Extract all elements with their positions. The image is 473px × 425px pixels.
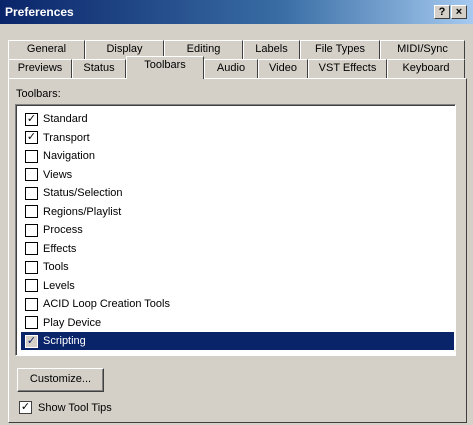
toolbar-item-label: Navigation	[43, 150, 95, 162]
close-button[interactable]: ×	[451, 5, 467, 19]
toolbar-item-label: Effects	[43, 242, 77, 255]
toolbar-checkbox[interactable]	[25, 223, 38, 237]
toolbar-item-label: Views	[43, 168, 73, 181]
show-tooltips-option[interactable]: ✓ Show Tool Tips	[19, 401, 112, 414]
help-button[interactable]: ?	[434, 5, 450, 19]
toolbar-item-label: Levels	[43, 279, 75, 292]
show-tooltips-checkbox[interactable]: ✓	[19, 401, 32, 414]
toolbar-item[interactable]: Navigation	[21, 147, 454, 165]
toolbars-heading: Toolbars:	[16, 88, 61, 100]
toolbar-checkbox[interactable]: ✓	[25, 334, 38, 348]
tab-file-types[interactable]: File Types	[300, 40, 380, 59]
toolbars-list-inner: ✓ Standard ✓ Transport Navigation Views Status…	[16, 105, 455, 355]
toolbar-item[interactable]: Play Device	[21, 314, 454, 332]
toolbar-item-label: ACID Loop Creation Tools	[43, 298, 170, 310]
toolbar-item-label: Process	[43, 224, 83, 236]
toolbar-checkbox[interactable]	[25, 205, 38, 218]
tab-video[interactable]: Video	[258, 59, 308, 78]
toolbar-checkbox[interactable]	[25, 168, 38, 181]
toolbar-item[interactable]: ✓ Standard	[21, 110, 454, 128]
toolbar-checkbox[interactable]	[25, 260, 38, 274]
tab-labels[interactable]: Labels	[243, 40, 300, 59]
toolbar-checkbox[interactable]	[25, 297, 38, 311]
customize-button[interactable]: Customize...	[17, 368, 104, 392]
toolbar-item-label: Tools	[43, 261, 69, 273]
tab-midi-sync[interactable]: MIDI/Sync	[380, 40, 465, 59]
toolbar-item[interactable]: Status/Selection	[21, 184, 454, 202]
tab-vst-effects[interactable]: VST Effects	[308, 59, 387, 78]
toolbar-item[interactable]: Effects	[21, 240, 454, 258]
window-title: Preferences	[5, 5, 74, 19]
toolbar-checkbox[interactable]	[25, 242, 38, 255]
toolbar-item[interactable]: Views	[21, 166, 454, 184]
toolbar-item[interactable]: ✓ Scripting	[21, 332, 454, 350]
toolbar-checkbox[interactable]	[25, 316, 38, 329]
show-tooltips-label: Show Tool Tips	[38, 401, 112, 414]
toolbar-item[interactable]: Tools	[21, 258, 454, 276]
tab-status[interactable]: Status	[72, 59, 126, 78]
tab-general[interactable]: General	[8, 40, 85, 59]
toolbar-item-label: Transport	[43, 131, 90, 144]
toolbar-item-label: Play Device	[43, 316, 102, 329]
tab-keyboard[interactable]: Keyboard	[387, 59, 465, 78]
toolbar-item[interactable]: Regions/Playlist	[21, 203, 454, 221]
toolbar-item[interactable]: Process	[21, 221, 454, 239]
toolbar-item-label: Standard	[43, 113, 88, 125]
toolbar-checkbox[interactable]	[25, 186, 38, 200]
toolbars-list[interactable]: ✓ Standard ✓ Transport Navigation Views Status…	[15, 104, 456, 356]
toolbar-item-label: Scripting	[43, 335, 86, 347]
toolbar-item[interactable]: ✓ Transport	[21, 129, 454, 147]
toolbar-checkbox[interactable]: ✓	[25, 112, 38, 126]
title-bar: Preferences ? ×	[0, 0, 473, 24]
toolbar-item[interactable]: Levels	[21, 277, 454, 295]
toolbar-checkbox[interactable]: ✓	[25, 131, 38, 144]
toolbar-checkbox[interactable]	[25, 149, 38, 163]
tab-toolbars[interactable]: Toolbars	[126, 56, 204, 79]
tab-audio[interactable]: Audio	[204, 59, 258, 78]
tab-previews[interactable]: Previews	[8, 59, 72, 78]
toolbar-item-label: Regions/Playlist	[43, 205, 122, 218]
toolbar-checkbox[interactable]	[25, 279, 38, 292]
toolbar-item[interactable]: ACID Loop Creation Tools	[21, 295, 454, 313]
toolbar-item-label: Status/Selection	[43, 187, 123, 199]
